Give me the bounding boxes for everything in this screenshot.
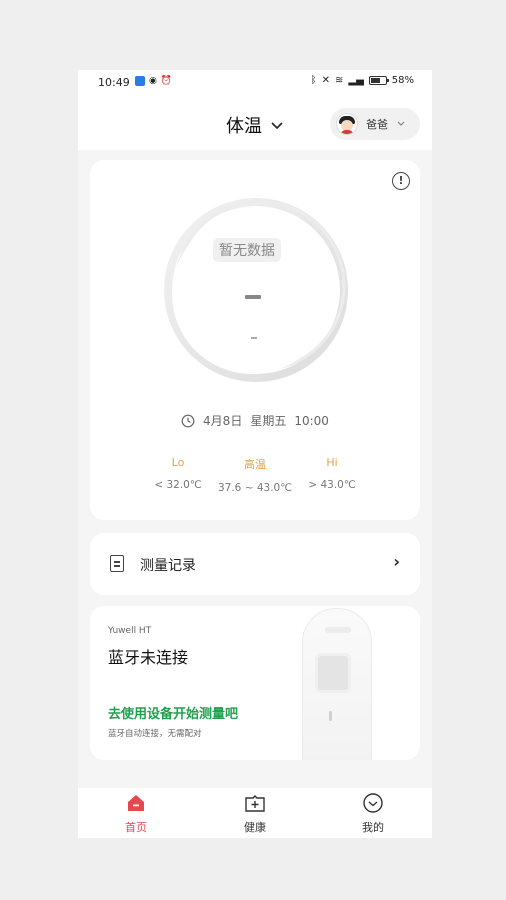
wifi-icon: ≋ [334,75,344,86]
eye-icon: ◉ [149,76,157,86]
measure-records-row[interactable]: 测量记录 › [90,533,420,595]
home-icon [128,795,144,811]
measure-type-selector[interactable]: 体温 [226,112,284,138]
app-header: 体温 爸爸 [78,96,432,150]
mute-icon: ✕ [321,75,330,86]
temperature-ring [164,198,348,382]
status-time: 10:49 [98,76,130,89]
app-notification-icon [135,76,145,86]
device-model: Yuwell HT [108,626,152,636]
start-measure-prompt[interactable]: 去使用设备开始测量吧 [108,703,238,722]
chevron-down-icon [271,122,283,130]
tab-health-label: 健康 [244,821,266,834]
clock-icon [181,414,195,427]
tab-home[interactable]: 首页 [96,792,176,835]
tab-mine-label: 我的 [362,821,384,834]
tab-health[interactable]: 健康 [215,792,295,835]
status-bar: 10:49 ◉ ⏰ ᛒ ✕ ≋ ▂▄ 58% [78,70,432,96]
no-data-label: 暂无数据 [213,238,281,262]
battery-percent: 58% [391,75,414,86]
measure-weekday: 星期五 [250,414,287,428]
status-right: ᛒ ✕ ≋ ▂▄ 58% [311,75,414,86]
bottom-tab-bar: 首页 健康 我的 [78,788,432,838]
info-icon[interactable]: ! [392,172,410,190]
unit-placeholder [251,337,257,339]
avatar [336,113,358,135]
user-switcher[interactable]: 爸爸 [330,108,420,140]
measure-records-label: 测量记录 [140,558,196,574]
thermometer-device-image [302,608,372,760]
device-card[interactable]: Yuwell HT 蓝牙未连接 去使用设备开始测量吧 蓝牙自动连接，无需配对 [90,606,420,760]
health-icon [245,795,265,812]
bluetooth-status: 蓝牙未连接 [108,648,189,667]
chevron-right-icon: › [393,552,400,571]
page-title: 体温 [226,116,262,137]
bluetooth-icon: ᛒ [310,75,317,86]
measure-date: 4月8日 [203,414,243,428]
user-name: 爸爸 [366,118,388,131]
temperature-reading-placeholder [245,295,261,299]
profile-icon [363,793,383,813]
status-notification-icons: ◉ ⏰ [135,76,172,86]
alarm-icon: ⏰ [160,76,173,86]
tab-mine[interactable]: 我的 [333,792,413,835]
measure-datetime: 4月8日 星期五 10:00 [90,412,420,429]
document-icon [110,555,124,572]
tab-home-label: 首页 [125,821,147,834]
range-hi: Hi > 43.0℃ [308,456,356,491]
signal-icon: ▂▄ [348,75,364,86]
temperature-card: ! 暂无数据 4月8日 星期五 10:00 Lo < 32.0℃ 高温 37.6… [90,160,420,520]
battery-icon [368,76,389,85]
chevron-down-icon [397,121,405,126]
measure-time: 10:00 [294,413,329,428]
app-screen: 10:49 ◉ ⏰ ᛒ ✕ ≋ ▂▄ 58% 体温 爸爸 ! 暂无数据 4月8日… [78,70,432,838]
auto-connect-hint: 蓝牙自动连接，无需配对 [108,729,202,739]
